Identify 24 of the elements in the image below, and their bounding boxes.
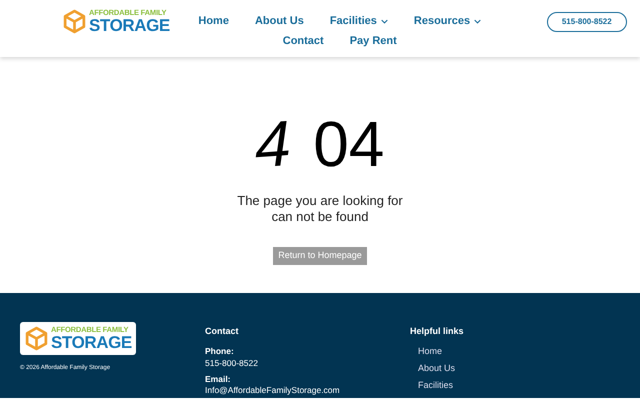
email-link[interactable]: Info@AffordableFamilyStorage.com (205, 385, 410, 395)
footer-link[interactable]: Home (418, 346, 464, 357)
footer-link[interactable]: About Us (418, 363, 464, 374)
error-message: The page you are looking for (237, 193, 403, 209)
error-message: can not be found (272, 209, 368, 225)
logo-wordmark: STORAGE (89, 16, 170, 34)
footer-heading: Contact (205, 326, 240, 336)
phone-link[interactable]: 515-800-8522 (205, 358, 410, 368)
logo-wordmark: STORAGE (51, 334, 132, 351)
cube-icon (62, 9, 87, 34)
cube-icon (24, 326, 49, 351)
nav-link[interactable]: About Us (254, 13, 305, 29)
nav-link[interactable]: Pay Rent (348, 33, 398, 49)
nav-link[interactable]: Facilities (328, 13, 389, 29)
footer-heading: Helpful links (410, 326, 464, 337)
nav-link[interactable]: Home (197, 13, 230, 29)
email-label: Email: (205, 374, 232, 384)
nav-link[interactable]: Contact (282, 33, 325, 49)
nav-link[interactable]: Resources (412, 13, 482, 29)
footer-link[interactable]: Facilities (418, 380, 464, 391)
error-code: 04 (313, 112, 384, 176)
phone-label: Phone: (205, 346, 235, 356)
error-code-digit: 4 (251, 110, 296, 178)
phone-button[interactable]: 515-800-8522 (546, 12, 627, 32)
